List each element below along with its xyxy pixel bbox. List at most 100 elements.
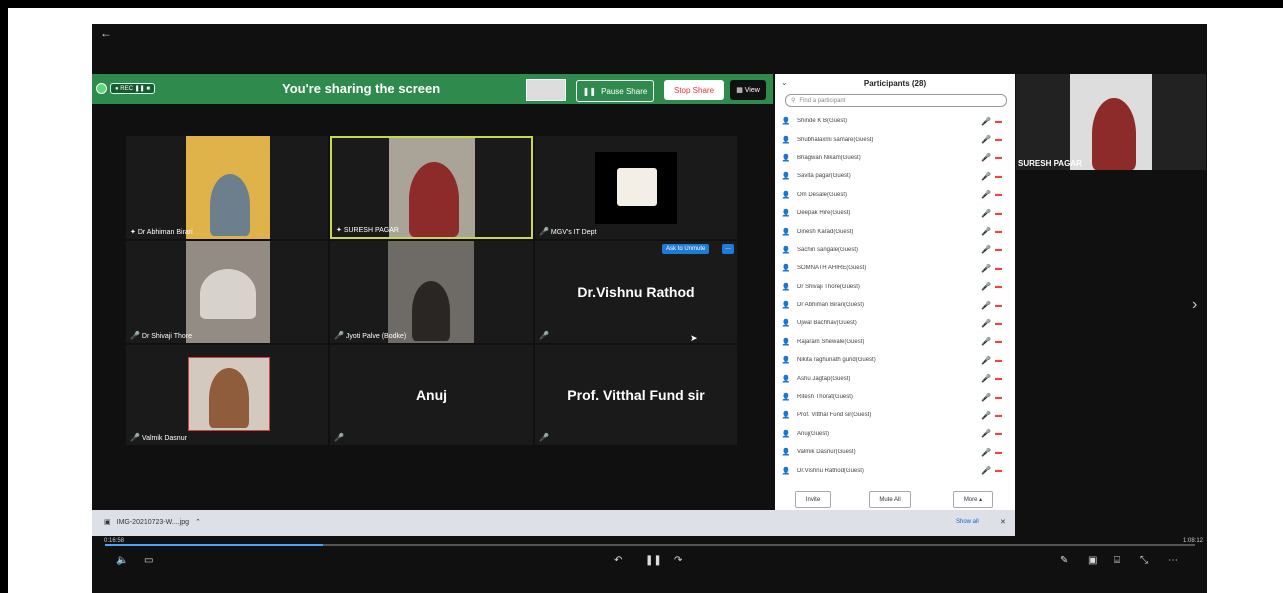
invite-button[interactable]: Invite [795,491,831,508]
rewind-10-icon[interactable]: ↶ [614,555,622,566]
download-item[interactable]: ▣ IMG-20210723-W....jpg ⌃ [104,518,201,527]
participant-row[interactable]: 👤 Dr Shivaji Thore(Guest) 🎤 ▬ [781,278,1007,296]
muted-mic-icon[interactable]: 🎤 [981,190,995,199]
stop-share-button[interactable]: Stop Share [664,80,724,100]
video-tile[interactable]: 🎤 Jyoti Palve (Bodke) [330,241,533,343]
video-off-icon[interactable]: ▬ [995,357,1007,364]
participant-search-input[interactable]: ⚲ Find a participant [785,94,1007,107]
exit-fullscreen-icon[interactable]: ⤡ [1140,555,1148,566]
more-button[interactable]: More ▴ [953,491,993,508]
video-off-icon[interactable]: ▬ [995,228,1007,235]
video-off-icon[interactable]: ▬ [995,154,1007,161]
video-off-icon[interactable]: ▬ [995,338,1007,345]
participant-row[interactable]: 👤 Ujwal Bachhav(Guest) 🎤 ▬ [781,314,1007,332]
name-tile[interactable]: Prof. Vitthal Fund sir 🎤 [535,345,737,445]
muted-mic-icon[interactable]: 🎤 [981,282,995,291]
participant-row[interactable]: 👤 Shinde K B(Guest) 🎤 ▬ [781,112,1007,130]
participant-row[interactable]: 👤 Dr Abhiman Birari(Guest) 🎤 ▬ [781,296,1007,314]
participant-row[interactable]: 👤 Ashu Jagtap(Guest) 🎤 ▬ [781,369,1007,387]
forward-30-icon[interactable]: ↷ [674,555,682,566]
muted-mic-icon[interactable]: 🎤 [981,356,995,365]
participant-row[interactable]: 👤 Dinesh Karad(Guest) 🎤 ▬ [781,222,1007,240]
video-tile[interactable]: 🎤 Dr Shivaji Thore [126,241,328,343]
close-icon[interactable]: ✕ [1000,518,1006,526]
muted-mic-icon[interactable]: 🎤 [981,245,995,254]
participant-row[interactable]: 👤 Savita pagar(Guest) 🎤 ▬ [781,167,1007,185]
participant-row[interactable]: 👤 Om Desale(Guest) 🎤 ▬ [781,186,1007,204]
more-options-icon[interactable]: ⋯ [1168,555,1178,566]
video-off-icon[interactable]: ▬ [995,265,1007,272]
muted-mic-icon[interactable]: 🎤 [981,411,995,420]
video-off-icon[interactable]: ▬ [995,302,1007,309]
recording-indicator[interactable]: ● REC ❚❚ ■ [96,83,155,94]
name-tile[interactable]: Anuj 🎤 [330,345,533,445]
participant-row[interactable]: 👤 Deepak Hire(Guest) 🎤 ▬ [781,204,1007,222]
video-off-icon[interactable]: ▬ [995,467,1007,474]
miniplayer-icon[interactable]: ▣ [1088,555,1097,566]
video-off-icon[interactable]: ▬ [995,412,1007,419]
video-off-icon[interactable]: ▬ [995,246,1007,253]
muted-mic-icon[interactable]: 🎤 [981,466,995,475]
video-off-icon[interactable]: ▬ [995,320,1007,327]
participant-row[interactable]: 👤 Bhagwan Nikam(Guest) 🎤 ▬ [781,149,1007,167]
participant-row[interactable]: 👤 Shubhalaxmi samare(Guest) 🎤 ▬ [781,130,1007,148]
participant-row[interactable]: 👤 Rajaram Shewale(Guest) 🎤 ▬ [781,333,1007,351]
participant-video [388,241,474,343]
muted-mic-icon[interactable]: 🎤 [981,374,995,383]
muted-mic-icon[interactable]: 🎤 [981,209,995,218]
avatar-icon: 👤 [781,154,791,162]
cast-icon[interactable]: ⌸ [1114,555,1120,566]
pause-share-button[interactable]: ❚❚ Pause Share [576,80,654,102]
participant-row[interactable]: 👤 SOMNATH AHIRE(Guest) 🎤 ▬ [781,259,1007,277]
muted-mic-icon[interactable]: 🎤 [981,135,995,144]
name-tile[interactable]: Dr.Vishnu Rathod 🎤 [535,241,737,343]
muted-mic-icon[interactable]: 🎤 [981,448,995,457]
rec-pill[interactable]: ● REC ❚❚ ■ [110,83,155,94]
muted-mic-icon[interactable]: 🎤 [981,264,995,273]
video-off-icon[interactable]: ▬ [995,375,1007,382]
captions-icon[interactable]: ▭ [144,555,153,566]
muted-mic-icon[interactable]: 🎤 [981,153,995,162]
mute-all-button[interactable]: Mute All [869,491,911,508]
tile-more-button[interactable]: ... [722,244,734,254]
muted-mic-icon[interactable]: 🎤 [981,429,995,438]
video-off-icon[interactable]: ▬ [995,118,1007,125]
muted-mic-icon[interactable]: 🎤 [981,117,995,126]
video-off-icon[interactable]: ▬ [995,394,1007,401]
video-off-icon[interactable]: ▬ [995,173,1007,180]
edit-icon[interactable]: ✎ [1060,555,1068,566]
muted-mic-icon[interactable]: 🎤 [981,337,995,346]
muted-mic-icon[interactable]: 🎤 [981,301,995,310]
video-tile[interactable]: 🎤 Valmik Dasnur [126,345,328,445]
participant-row[interactable]: 👤 Dr.Vishnu Rathod(Guest) 🎤 ▬ [781,461,1007,479]
pause-icon[interactable]: ❚❚ [645,555,662,566]
back-arrow-icon[interactable]: ← [100,26,112,40]
participant-row[interactable]: 👤 Anuj(Guest) 🎤 ▬ [781,425,1007,443]
avatar-icon: 👤 [781,449,791,457]
video-off-icon[interactable]: ▬ [995,283,1007,290]
view-button[interactable]: ▦ View [730,80,766,100]
participant-row[interactable]: 👤 Prof. Vitthal Fund sir(Guest) 🎤 ▬ [781,406,1007,424]
chevron-right-icon[interactable]: › [1192,296,1197,314]
ask-to-unmute-button[interactable]: Ask to Unmute [662,244,710,254]
participant-row[interactable]: 👤 Nikita raghunath gund(Guest) 🎤 ▬ [781,351,1007,369]
muted-mic-icon[interactable]: 🎤 [981,393,995,402]
show-all-link[interactable]: Show all [956,519,979,525]
video-off-icon[interactable]: ▬ [995,191,1007,198]
muted-mic-icon[interactable]: 🎤 [981,172,995,181]
participant-row[interactable]: 👤 Ritesh Thorat(Guest) 🎤 ▬ [781,388,1007,406]
video-tile[interactable]: 🎤 MGV's IT Dept [535,136,737,239]
share-thumbnail[interactable] [526,79,566,101]
video-off-icon[interactable]: ▬ [995,449,1007,456]
video-off-icon[interactable]: ▬ [995,430,1007,437]
video-off-icon[interactable]: ▬ [995,136,1007,143]
muted-mic-icon[interactable]: 🎤 [981,319,995,328]
video-off-icon[interactable]: ▬ [995,210,1007,217]
muted-mic-icon[interactable]: 🎤 [981,227,995,236]
participant-row[interactable]: 👤 Sachin sangale(Guest) 🎤 ▬ [781,241,1007,259]
active-speaker-tile[interactable]: ✦ SURESH PAGAR [330,136,533,239]
volume-icon[interactable]: 🔈 [116,555,128,566]
chevron-up-icon[interactable]: ⌃ [195,518,201,526]
video-tile[interactable]: ✦ Dr Abhiman Birari [126,136,328,239]
participant-row[interactable]: 👤 Valmik Dasnur(Guest) 🎤 ▬ [781,443,1007,461]
